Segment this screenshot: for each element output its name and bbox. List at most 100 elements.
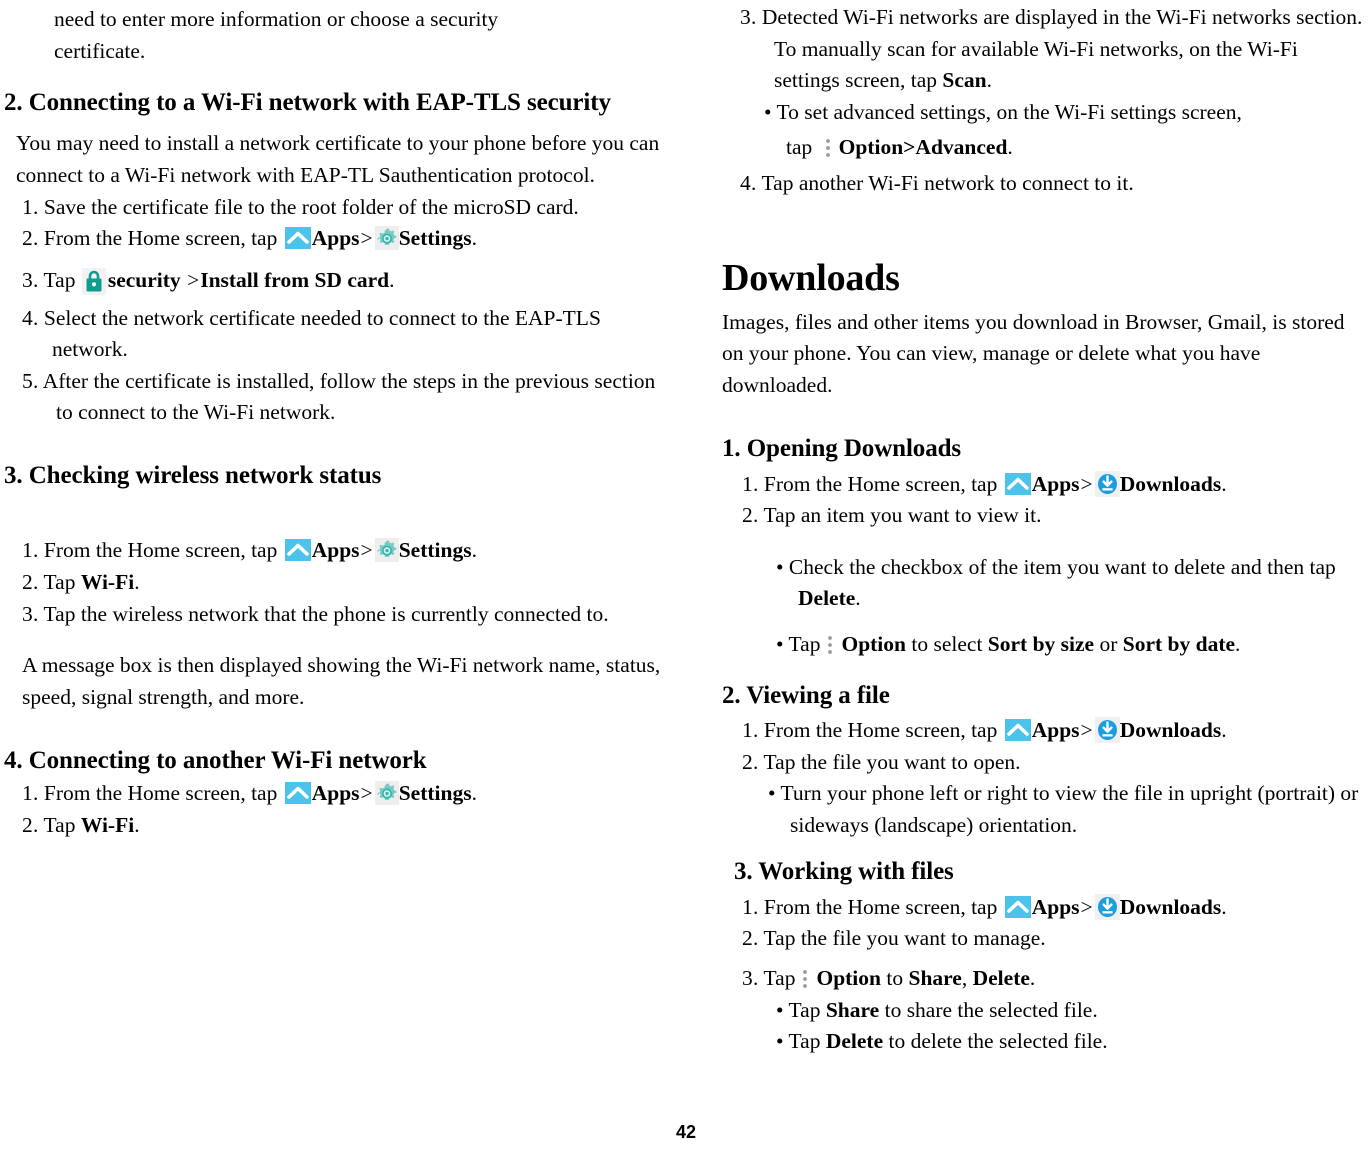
list-item: 1. Save the certificate file to the root… bbox=[22, 192, 668, 224]
step-text: Save the certificate file to the root fo… bbox=[43, 194, 579, 219]
settings-label: Settings bbox=[398, 538, 472, 563]
step-text: Tap another Wi-Fi network to connect to … bbox=[761, 170, 1134, 195]
bullet-text-mid-2: or bbox=[1099, 631, 1118, 656]
step-number: 1. bbox=[742, 471, 759, 496]
left-column: need to enter more information or choose… bbox=[0, 0, 686, 1110]
list-item: 1. From the Home screen, tap Apps> Downl… bbox=[742, 469, 1364, 501]
apps-icon[interactable] bbox=[1004, 719, 1031, 741]
continued-line-1: need to enter more information or choose… bbox=[54, 7, 499, 31]
list-item: 4. Tap another Wi-Fi network to connect … bbox=[740, 168, 1364, 200]
step-text-pre: Tap bbox=[43, 267, 76, 292]
download-icon[interactable] bbox=[1094, 717, 1120, 743]
bullet-marker: • bbox=[776, 631, 784, 656]
list-item: 1. From the Home screen, tap Apps> Setti… bbox=[22, 535, 668, 567]
step-number: 2. bbox=[742, 926, 759, 951]
list-item: 2. From the Home screen, tap Apps> Setti… bbox=[22, 223, 668, 255]
settings-label: Settings bbox=[398, 781, 472, 806]
step-number: 3. bbox=[742, 966, 759, 991]
separator: > bbox=[1080, 471, 1093, 496]
bullet-item: • Check the checkbox of the item you wan… bbox=[770, 552, 1364, 615]
sort-by-date-label: Sort by date bbox=[1122, 631, 1236, 656]
install-from-sd-label: Install from SD card bbox=[200, 267, 390, 292]
step-text-pre: Tap bbox=[43, 812, 76, 837]
settings-icon[interactable] bbox=[374, 781, 399, 806]
step-number: 1. bbox=[742, 894, 759, 919]
step-text-post: . bbox=[134, 570, 140, 594]
step-text-post: . bbox=[471, 781, 477, 806]
list-item: 2. Tap the file you want to manage. bbox=[742, 923, 1364, 955]
section-2-intro: You may need to install a network certif… bbox=[16, 131, 660, 187]
delete-label: Delete bbox=[798, 586, 856, 611]
download-icon[interactable] bbox=[1094, 893, 1120, 920]
wifi-label: Wi-Fi bbox=[80, 812, 135, 837]
option-label: Option bbox=[841, 631, 906, 656]
step-text: Tap the wireless network that the phone … bbox=[43, 601, 609, 626]
step-text-pre: Tap bbox=[763, 966, 796, 991]
step-text-post: . bbox=[986, 68, 992, 93]
separator: > bbox=[360, 226, 373, 251]
apps-icon[interactable] bbox=[284, 539, 311, 562]
step-number: 4. bbox=[740, 170, 757, 195]
step-text-pre: From the Home screen, tap bbox=[763, 894, 998, 919]
download-icon[interactable] bbox=[1094, 470, 1120, 497]
apps-label: Apps bbox=[311, 226, 360, 251]
lock-icon[interactable] bbox=[81, 267, 106, 295]
list-item: 3. Tap the wireless network that the pho… bbox=[22, 599, 668, 631]
settings-icon[interactable] bbox=[374, 538, 399, 563]
bullet-marker: • bbox=[764, 99, 772, 124]
option-icon[interactable] bbox=[822, 135, 834, 161]
step-number: 2. bbox=[22, 226, 39, 251]
downloads-intro: Images, files and other items you downlo… bbox=[722, 309, 1345, 398]
bullet-text-pre: Tap bbox=[788, 997, 821, 1022]
step-number: 3. bbox=[22, 267, 39, 292]
settings-label: Settings bbox=[398, 226, 472, 251]
step-text-post: . bbox=[471, 538, 477, 563]
security-label: security bbox=[107, 267, 181, 292]
step-number: 5. bbox=[22, 368, 39, 393]
two-column-layout: need to enter more information or choose… bbox=[0, 0, 1372, 1110]
step-text: Tap an item you want to view it. bbox=[763, 503, 1042, 528]
bullet-marker: • bbox=[776, 1029, 784, 1054]
delete-label: Delete bbox=[972, 966, 1030, 991]
apps-icon[interactable] bbox=[284, 227, 311, 250]
apps-icon[interactable] bbox=[284, 782, 311, 805]
step-text: After the certificate is installed, foll… bbox=[42, 368, 656, 425]
option-icon[interactable] bbox=[799, 966, 811, 992]
heading-section-2: 2. Connecting to a Wi-Fi network with EA… bbox=[4, 88, 611, 116]
bullet-item-continued: tap Option>Advanced. bbox=[758, 132, 1364, 164]
working-with-files-steps: 1. From the Home screen, tap Apps> Downl… bbox=[722, 892, 1364, 1058]
step-text: Tap the file you want to open. bbox=[763, 749, 1021, 774]
step-text-post: . bbox=[389, 267, 395, 292]
bullet-text-pre: Tap bbox=[788, 1029, 821, 1054]
bullet-text-pre: Tap bbox=[788, 631, 821, 656]
right-column: 3. Detected Wi-Fi networks are displayed… bbox=[686, 0, 1372, 1110]
separator: > bbox=[360, 781, 373, 806]
option-label: Option bbox=[816, 966, 881, 991]
section-2-steps: 1. Save the certificate file to the root… bbox=[4, 192, 668, 429]
apps-icon[interactable] bbox=[1004, 895, 1031, 918]
step-text-pre: Detected Wi-Fi networks are displayed in… bbox=[761, 5, 1363, 93]
viewing-a-file-steps: 1. From the Home screen, tap Apps> Downl… bbox=[722, 715, 1364, 841]
bullet-item: • Turn your phone left or right to view … bbox=[762, 778, 1364, 841]
step-text-post: . bbox=[1029, 966, 1036, 991]
list-item: 1. From the Home screen, tap Apps> Downl… bbox=[742, 715, 1364, 747]
step-text-pre: From the Home screen, tap bbox=[763, 471, 998, 496]
delete-label: Delete bbox=[825, 1029, 884, 1054]
section-4-steps: 1. From the Home screen, tap Apps> Setti… bbox=[4, 778, 668, 841]
bullet-item: • Tap Delete to delete the selected file… bbox=[770, 1026, 1364, 1058]
bullet-text-pre: Check the checkbox of the item you want … bbox=[788, 554, 1336, 579]
bullet-item: • To set advanced settings, on the Wi-Fi… bbox=[758, 97, 1364, 129]
bullet-marker: • bbox=[768, 781, 776, 806]
apps-icon[interactable] bbox=[1004, 472, 1031, 495]
settings-icon[interactable] bbox=[374, 226, 399, 251]
list-item: 4. Select the network certificate needed… bbox=[22, 303, 668, 366]
continued-line-2: certificate. bbox=[54, 38, 146, 63]
page-number: 42 bbox=[675, 1122, 697, 1142]
apps-label: Apps bbox=[1031, 471, 1080, 496]
step-text-pre: From the Home screen, tap bbox=[43, 538, 278, 563]
bullet-item: • Tap Option to select Sort by size or S… bbox=[770, 629, 1364, 661]
step-text: Select the network certificate needed to… bbox=[43, 305, 601, 362]
bullet-text-post: to delete the selected file. bbox=[888, 1029, 1108, 1054]
option-icon[interactable] bbox=[824, 632, 836, 658]
apps-label: Apps bbox=[1031, 894, 1080, 919]
